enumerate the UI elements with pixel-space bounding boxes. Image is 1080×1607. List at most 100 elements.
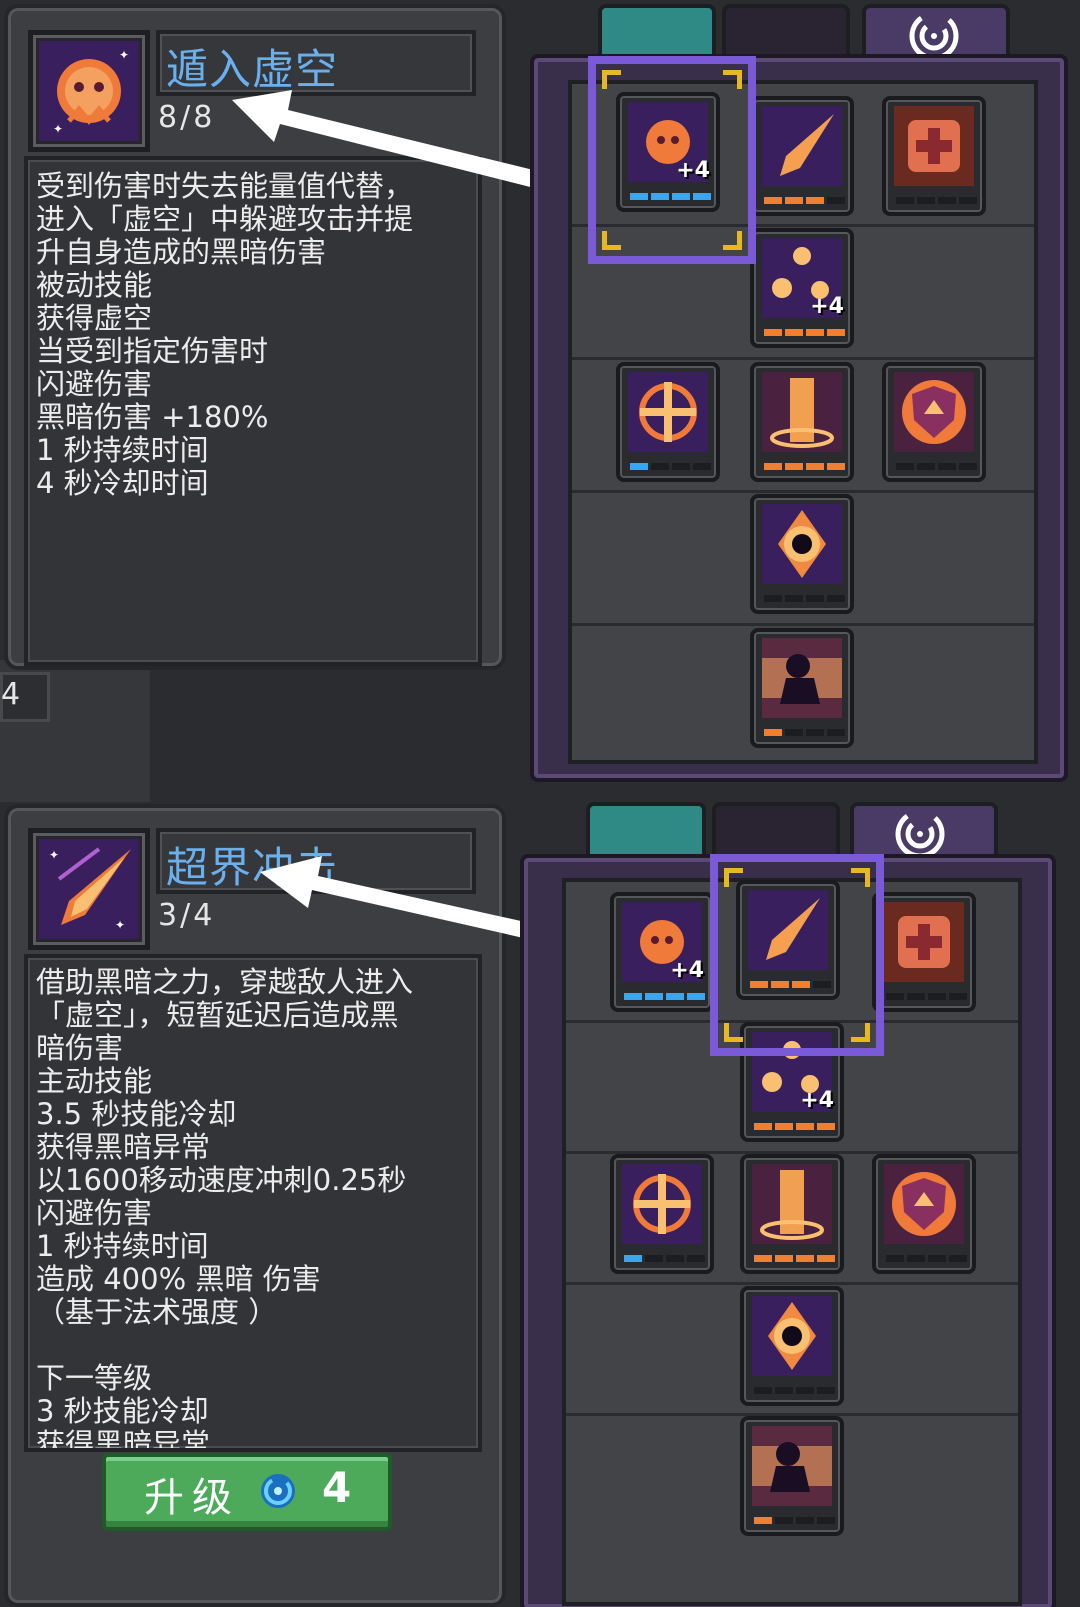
description-line: 3 秒技能冷却 bbox=[36, 1394, 209, 1428]
description-line: 黑暗伤害 +180% bbox=[36, 400, 269, 434]
description-line: 以1600移动速度冲刺0.25秒 bbox=[36, 1163, 407, 1197]
selection-corner bbox=[724, 1023, 743, 1042]
description-line: 下一等级 bbox=[36, 1361, 153, 1395]
tab-skills[interactable] bbox=[598, 4, 716, 60]
skill-node-light-pillar[interactable] bbox=[750, 362, 854, 482]
skill-level-bars bbox=[886, 1255, 967, 1262]
skill-node-void-dodge[interactable]: +4 bbox=[610, 892, 714, 1012]
skill-icon-frame: ✦ ✦ bbox=[28, 30, 150, 152]
description-line: 获得黑暗异常 bbox=[36, 1130, 211, 1164]
beyond-strike-icon: ✦✦ bbox=[39, 839, 139, 939]
skill-level-bars bbox=[764, 463, 845, 470]
selected-skill-highlight bbox=[588, 56, 756, 264]
skill-node-chain-seal[interactable] bbox=[610, 1154, 714, 1274]
description-line: 获得黑暗异常 bbox=[36, 1427, 211, 1452]
skill-node-black-hole[interactable] bbox=[750, 494, 854, 614]
skill-node-beyond-strike[interactable] bbox=[750, 96, 854, 216]
shield-up-icon bbox=[894, 372, 974, 452]
side-counter-box: 4 bbox=[0, 672, 50, 722]
skill-level-bars bbox=[754, 1255, 835, 1262]
selection-corner bbox=[724, 868, 743, 887]
tab-skills[interactable] bbox=[586, 802, 706, 856]
side-counter: 4 bbox=[1, 677, 21, 712]
skill-level-bars bbox=[624, 993, 705, 1000]
svg-text:✦: ✦ bbox=[119, 48, 129, 62]
selection-corner bbox=[602, 231, 621, 250]
skill-level-bars bbox=[896, 197, 977, 204]
skill-node-void-orbs[interactable]: +4 bbox=[750, 228, 854, 348]
description-line: 1 秒持续时间 bbox=[36, 433, 209, 467]
skill-level-bars bbox=[764, 729, 845, 736]
description-line: 暗伤害 bbox=[36, 1031, 124, 1065]
tab-void[interactable] bbox=[850, 802, 998, 862]
description-line: 闪避伤害 bbox=[36, 367, 153, 401]
shadow-figure-icon bbox=[762, 638, 842, 718]
void-dodge-icon: ✦✦ bbox=[39, 41, 139, 141]
skill-bonus: +4 bbox=[670, 958, 704, 983]
svg-text:✦: ✦ bbox=[53, 122, 63, 136]
skill-panel-top: 4 ✦ ✦ 遁入虚空 8/8 受到伤害时失去能量值代替， 进入「虚空」中躲避攻击并提… bbox=[0, 0, 1080, 805]
tab-stars[interactable] bbox=[712, 802, 840, 856]
skill-level-bars bbox=[754, 1387, 835, 1394]
skill-description: 借助黑暗之力，穿越敌人进入 「虚空」，短暂延迟后造成黑 暗伤害 主动技能 3.5 秒技能… bbox=[24, 954, 482, 1452]
skill-node-shadow-figure[interactable] bbox=[740, 1416, 844, 1536]
black-hole-icon bbox=[762, 504, 842, 584]
description-line: （基于法术强度 ） bbox=[36, 1295, 278, 1329]
description-line: 当受到指定伤害时 bbox=[36, 334, 269, 368]
upgrade-button[interactable]: 升级 4 bbox=[102, 1453, 392, 1531]
svg-text:✦: ✦ bbox=[115, 918, 125, 932]
skill-node-shadow-figure[interactable] bbox=[750, 628, 854, 748]
selected-skill-highlight bbox=[710, 854, 884, 1056]
description-line: 4 秒冷却时间 bbox=[36, 466, 209, 500]
skill-node-chain-seal[interactable] bbox=[616, 362, 720, 482]
upgrade-cost: 4 bbox=[322, 1463, 352, 1512]
selection-corner bbox=[602, 70, 621, 89]
skill-node-black-hole[interactable] bbox=[740, 1286, 844, 1406]
description-line: 获得虚空 bbox=[36, 301, 153, 335]
description-line: 升自身造成的黑暗伤害 bbox=[36, 235, 327, 269]
description-line: 进入「虚空」中躲避攻击并提 bbox=[36, 202, 414, 236]
description-line: 「虚空」，短暂延迟后造成黑 bbox=[36, 998, 399, 1032]
heal-cross-icon bbox=[884, 902, 964, 982]
chain-seal-icon bbox=[622, 1164, 702, 1244]
skill-icon-frame: ✦ ✦ bbox=[28, 828, 150, 950]
skill-node-light-pillar[interactable] bbox=[740, 1154, 844, 1274]
black-hole-icon bbox=[752, 1296, 832, 1376]
skill-bonus: +4 bbox=[800, 1088, 834, 1113]
description-line: 闪避伤害 bbox=[36, 1196, 153, 1230]
skill-level: 8/8 bbox=[158, 100, 216, 135]
beyond-strike-icon bbox=[762, 106, 842, 186]
skill-node-shield-up[interactable] bbox=[872, 1154, 976, 1274]
light-pillar-icon bbox=[762, 372, 842, 452]
void-swirl-icon bbox=[895, 809, 945, 859]
skill-node-heal-cross[interactable] bbox=[872, 892, 976, 1012]
selection-corner bbox=[851, 1023, 870, 1042]
description-line: 主动技能 bbox=[36, 1064, 153, 1098]
selection-corner bbox=[851, 868, 870, 887]
skill-level-bars bbox=[754, 1123, 835, 1130]
skill-level-bars bbox=[630, 463, 711, 470]
skill-node-shield-up[interactable] bbox=[882, 362, 986, 482]
light-pillar-icon bbox=[752, 1164, 832, 1244]
selection-corner bbox=[723, 70, 742, 89]
description-line: 造成 400% 黑暗 伤害 bbox=[36, 1262, 321, 1296]
description-line: 被动技能 bbox=[36, 268, 153, 302]
pointer-arrow bbox=[232, 90, 558, 192]
void-currency-icon bbox=[261, 1474, 295, 1508]
description-line: 3.5 秒技能冷却 bbox=[36, 1097, 237, 1131]
selection-corner bbox=[723, 231, 742, 250]
heal-cross-icon bbox=[894, 106, 974, 186]
skill-description: 受到伤害时失去能量值代替， 进入「虚空」中躲避攻击并提 升自身造成的黑暗伤害 被动技能… bbox=[24, 156, 482, 666]
shadow-figure-icon bbox=[752, 1426, 832, 1506]
tab-stars[interactable] bbox=[722, 4, 850, 60]
shield-up-icon bbox=[884, 1164, 964, 1244]
skill-level-bars bbox=[764, 197, 845, 204]
description-line bbox=[28, 1329, 478, 1362]
skill-level-bars bbox=[896, 463, 977, 470]
skill-level-bars bbox=[886, 993, 967, 1000]
upgrade-label: 升级 bbox=[144, 1475, 240, 1521]
skill-level-bars bbox=[624, 1255, 705, 1262]
skill-node-heal-cross[interactable] bbox=[882, 96, 986, 216]
skill-level-bars bbox=[764, 329, 845, 336]
skill-level: 3/4 bbox=[158, 898, 216, 933]
